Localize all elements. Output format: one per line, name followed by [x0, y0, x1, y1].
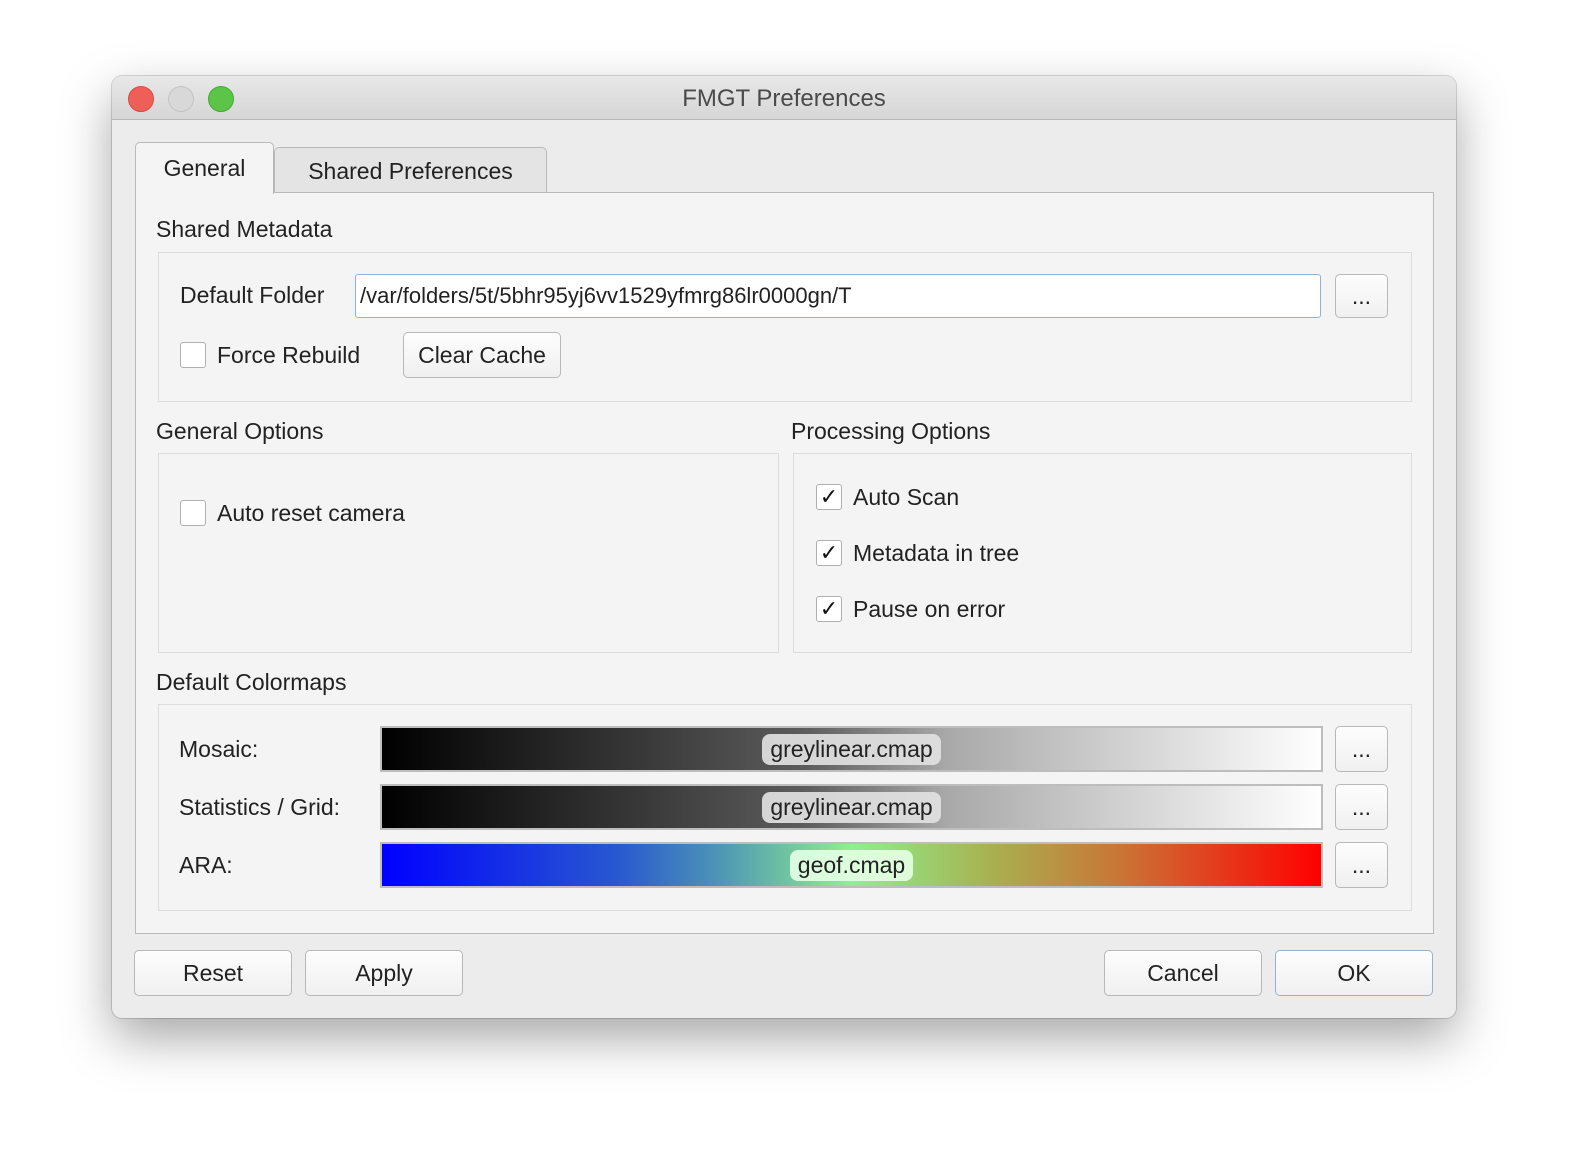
auto-scan-label: Auto Scan	[853, 484, 960, 510]
mosaic-colormap-name: greylinear.cmap	[762, 733, 941, 765]
general-options-group	[158, 453, 779, 653]
cancel-button[interactable]: Cancel	[1104, 950, 1262, 996]
statistics-grid-colormap-name: greylinear.cmap	[762, 791, 941, 823]
ara-colormap[interactable]: geof.cmap	[380, 842, 1323, 888]
processing-options-heading: Processing Options	[791, 418, 991, 444]
shared-metadata-heading: Shared Metadata	[156, 216, 333, 242]
mosaic-colormap[interactable]: greylinear.cmap	[380, 726, 1323, 772]
default-folder-browse-button[interactable]: ...	[1335, 274, 1388, 318]
reset-button[interactable]: Reset	[134, 950, 292, 996]
general-options-heading: General Options	[156, 418, 324, 444]
statistics-grid-colormap[interactable]: greylinear.cmap	[380, 784, 1323, 830]
pause-on-error-label: Pause on error	[853, 596, 1006, 622]
default-folder-label: Default Folder	[180, 282, 325, 308]
mosaic-browse-button[interactable]: ...	[1335, 726, 1388, 772]
force-rebuild-label: Force Rebuild	[217, 342, 361, 368]
default-folder-input[interactable]: /var/folders/5t/5bhr95yj6vv1529yfmrg86lr…	[355, 274, 1321, 318]
apply-button[interactable]: Apply	[305, 950, 463, 996]
pause-on-error-checkbox[interactable]: ✓	[816, 596, 842, 622]
ara-label: ARA:	[179, 852, 233, 878]
ara-colormap-name: geof.cmap	[789, 849, 914, 881]
auto-scan-checkbox[interactable]: ✓	[816, 484, 842, 510]
preferences-window: FMGT Preferences General Shared Preferen…	[112, 76, 1456, 1018]
auto-reset-camera-checkbox[interactable]	[180, 500, 206, 526]
metadata-in-tree-checkbox[interactable]: ✓	[816, 540, 842, 566]
clear-cache-button[interactable]: Clear Cache	[403, 332, 561, 378]
default-colormaps-heading: Default Colormaps	[156, 669, 347, 695]
metadata-in-tree-label: Metadata in tree	[853, 540, 1020, 566]
mosaic-label: Mosaic:	[179, 736, 259, 762]
auto-reset-camera-label: Auto reset camera	[217, 500, 405, 526]
title-bar: FMGT Preferences	[112, 76, 1456, 120]
tab-general[interactable]: General	[135, 142, 274, 194]
tab-shared-preferences[interactable]: Shared Preferences	[274, 147, 547, 192]
ara-browse-button[interactable]: ...	[1335, 842, 1388, 888]
statistics-grid-browse-button[interactable]: ...	[1335, 784, 1388, 830]
statistics-grid-label: Statistics / Grid:	[179, 794, 341, 820]
ok-button[interactable]: OK	[1275, 950, 1433, 996]
force-rebuild-checkbox[interactable]	[180, 342, 206, 368]
window-title: FMGT Preferences	[682, 85, 886, 112]
